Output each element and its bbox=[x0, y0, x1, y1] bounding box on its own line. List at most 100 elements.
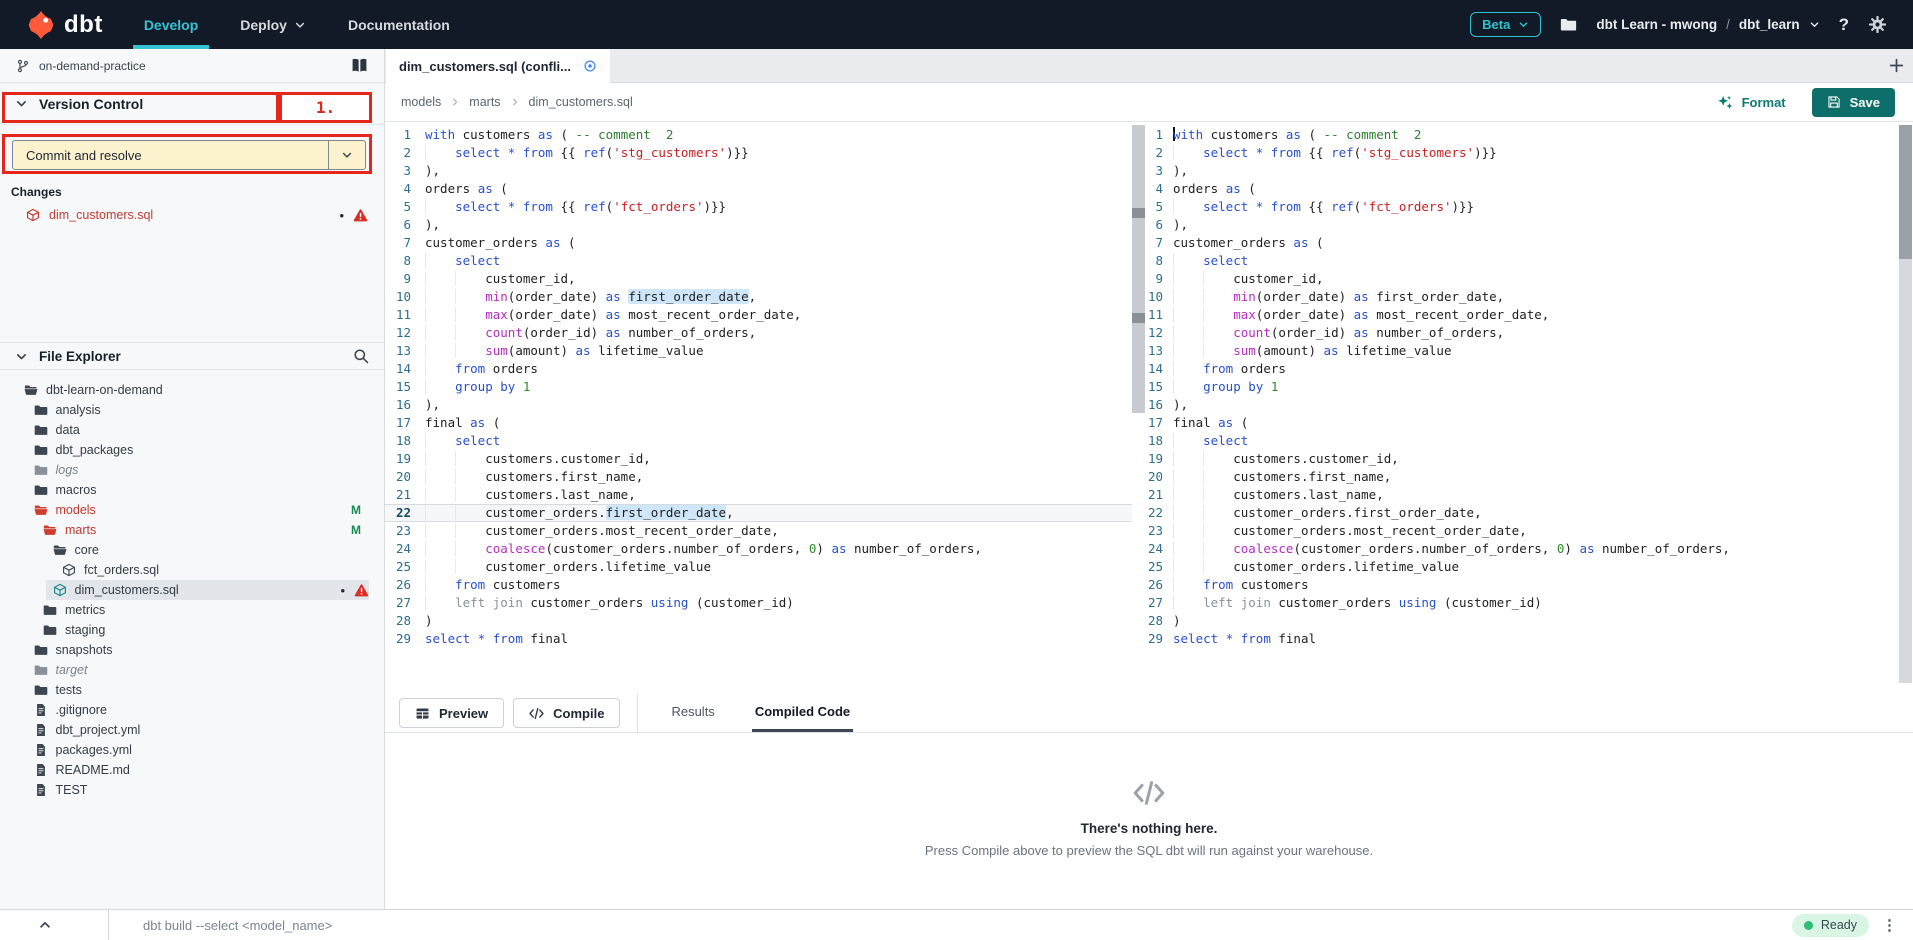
code-line-2[interactable]: 2 select * from {{ ref('stg_customers')}… bbox=[385, 144, 1132, 162]
code-editor-right-pane[interactable]: 1with customers as ( -- comment 22 selec… bbox=[1145, 122, 1899, 694]
code-line-24[interactable]: 24 coalesce(customer_orders.number_of_or… bbox=[1145, 540, 1899, 558]
file-tree-item-models[interactable]: modelsM bbox=[0, 500, 369, 520]
code-line-9[interactable]: 9 customer_id, bbox=[1145, 270, 1899, 288]
code-line-18[interactable]: 18 select bbox=[1145, 432, 1899, 450]
code-line-1[interactable]: 1with customers as ( -- comment 2 bbox=[1145, 126, 1899, 144]
file-tree-item-readme-md[interactable]: README.md bbox=[0, 760, 369, 780]
new-tab-plus-icon[interactable] bbox=[1888, 57, 1905, 74]
beta-dropdown[interactable]: Beta bbox=[1470, 12, 1541, 37]
file-tree-item-packages-yml[interactable]: packages.yml bbox=[0, 740, 369, 760]
code-line-13[interactable]: 13 sum(amount) as lifetime_value bbox=[1145, 342, 1899, 360]
code-line-7[interactable]: 7customer_orders as ( bbox=[1145, 234, 1899, 252]
code-line-14[interactable]: 14 from orders bbox=[1145, 360, 1899, 378]
code-line-23[interactable]: 23 customer_orders.most_recent_order_dat… bbox=[1145, 522, 1899, 540]
help-button[interactable]: ? bbox=[1839, 15, 1849, 35]
code-line-28[interactable]: 28) bbox=[385, 612, 1132, 630]
file-tree-item-snapshots[interactable]: snapshots bbox=[0, 640, 369, 660]
file-tree-item-core[interactable]: core bbox=[0, 540, 369, 560]
code-line-13[interactable]: 13 sum(amount) as lifetime_value bbox=[385, 342, 1132, 360]
code-line-26[interactable]: 26 from customers bbox=[385, 576, 1132, 594]
account-project-selector[interactable]: dbt Learn - mwong / dbt_learn bbox=[1596, 17, 1819, 32]
gear-icon[interactable] bbox=[1868, 15, 1887, 34]
search-icon[interactable] bbox=[353, 348, 369, 364]
docs-book-icon[interactable] bbox=[351, 57, 368, 74]
left-pane-scrollbar[interactable] bbox=[1132, 125, 1145, 413]
breadcrumb-item[interactable]: marts bbox=[469, 95, 500, 109]
code-line-20[interactable]: 20 customers.first_name, bbox=[385, 468, 1132, 486]
code-editor-left-pane[interactable]: 1with customers as ( -- comment 22 selec… bbox=[385, 122, 1132, 694]
file-tree-item-test[interactable]: TEST bbox=[0, 780, 369, 800]
code-line-23[interactable]: 23 customer_orders.most_recent_order_dat… bbox=[385, 522, 1132, 540]
code-line-27[interactable]: 27 left join customer_orders using (cust… bbox=[385, 594, 1132, 612]
code-line-5[interactable]: 5 select * from {{ ref('fct_orders')}} bbox=[1145, 198, 1899, 216]
commit-and-resolve-button[interactable]: Commit and resolve bbox=[12, 140, 366, 170]
file-tree-item-dbt_packages[interactable]: dbt_packages bbox=[0, 440, 369, 460]
code-line-12[interactable]: 12 count(order_id) as number_of_orders, bbox=[385, 324, 1132, 342]
breadcrumb-item[interactable]: dim_customers.sql bbox=[529, 95, 633, 109]
file-tree-item-dbt_project-yml[interactable]: dbt_project.yml bbox=[0, 720, 369, 740]
breadcrumb-item[interactable]: models bbox=[401, 95, 441, 109]
code-line-10[interactable]: 10 min(order_date) as first_order_date, bbox=[1145, 288, 1899, 306]
kebab-menu-icon[interactable]: ⋮ bbox=[1882, 916, 1897, 934]
code-line-7[interactable]: 7customer_orders as ( bbox=[385, 234, 1132, 252]
tab-results[interactable]: Results bbox=[668, 694, 717, 732]
code-line-25[interactable]: 25 customer_orders.lifetime_value bbox=[385, 558, 1132, 576]
code-line-22[interactable]: 22 customer_orders.first_order_date, bbox=[1145, 504, 1899, 522]
code-line-5[interactable]: 5 select * from {{ ref('fct_orders')}} bbox=[385, 198, 1132, 216]
file-tree-item-dbt-learn-on-demand[interactable]: dbt-learn-on-demand bbox=[0, 380, 369, 400]
file-explorer-section-header[interactable]: File Explorer bbox=[0, 342, 384, 370]
code-line-8[interactable]: 8 select bbox=[385, 252, 1132, 270]
chevron-up-icon[interactable] bbox=[38, 918, 52, 932]
code-line-4[interactable]: 4orders as ( bbox=[385, 180, 1132, 198]
file-tree-item-macros[interactable]: macros bbox=[0, 480, 369, 500]
code-line-16[interactable]: 16), bbox=[385, 396, 1132, 414]
nav-tab-documentation[interactable]: Documentation bbox=[327, 0, 471, 49]
version-control-section-header[interactable]: Version Control bbox=[0, 83, 384, 125]
compile-button[interactable]: Compile bbox=[513, 698, 620, 728]
code-line-22[interactable]: 22 customer_orders.first_order_date, bbox=[385, 504, 1132, 522]
code-line-4[interactable]: 4orders as ( bbox=[1145, 180, 1899, 198]
code-line-24[interactable]: 24 coalesce(customer_orders.number_of_or… bbox=[385, 540, 1132, 558]
tab-compiled-code[interactable]: Compiled Code bbox=[752, 694, 853, 732]
code-line-21[interactable]: 21 customers.last_name, bbox=[1145, 486, 1899, 504]
file-tree-item-data[interactable]: data bbox=[0, 420, 369, 440]
code-line-29[interactable]: 29select * from final bbox=[1145, 630, 1899, 648]
right-scrollbar-thumb[interactable] bbox=[1899, 125, 1912, 259]
code-line-3[interactable]: 3), bbox=[1145, 162, 1899, 180]
code-line-6[interactable]: 6), bbox=[385, 216, 1132, 234]
code-line-15[interactable]: 15 group by 1 bbox=[1145, 378, 1899, 396]
code-line-26[interactable]: 26 from customers bbox=[1145, 576, 1899, 594]
file-tree-item-analysis[interactable]: analysis bbox=[0, 400, 369, 420]
editor-tab-dim-customers[interactable]: dim_customers.sql (confli... bbox=[386, 49, 610, 83]
code-line-28[interactable]: 28) bbox=[1145, 612, 1899, 630]
code-line-10[interactable]: 10 min(order_date) as first_order_date, bbox=[385, 288, 1132, 306]
code-line-12[interactable]: 12 count(order_id) as number_of_orders, bbox=[1145, 324, 1899, 342]
code-line-9[interactable]: 9 customer_id, bbox=[385, 270, 1132, 288]
branch-selector[interactable]: on-demand-practice bbox=[0, 49, 384, 83]
code-line-25[interactable]: 25 customer_orders.lifetime_value bbox=[1145, 558, 1899, 576]
code-line-11[interactable]: 11 max(order_date) as most_recent_order_… bbox=[385, 306, 1132, 324]
code-line-15[interactable]: 15 group by 1 bbox=[385, 378, 1132, 396]
nav-tab-deploy[interactable]: Deploy bbox=[219, 0, 327, 49]
code-line-19[interactable]: 19 customers.customer_id, bbox=[385, 450, 1132, 468]
changes-item-dim_customers-sql[interactable]: dim_customers.sql• bbox=[0, 204, 368, 226]
file-tree-item-fct_orders-sql[interactable]: fct_orders.sql bbox=[0, 560, 369, 580]
code-line-20[interactable]: 20 customers.first_name, bbox=[1145, 468, 1899, 486]
format-button[interactable]: Format bbox=[1717, 94, 1786, 111]
code-line-3[interactable]: 3), bbox=[385, 162, 1132, 180]
code-line-1[interactable]: 1with customers as ( -- comment 2 bbox=[385, 126, 1132, 144]
code-line-29[interactable]: 29select * from final bbox=[385, 630, 1132, 648]
file-tree-item-metrics[interactable]: metrics bbox=[0, 600, 369, 620]
code-line-16[interactable]: 16), bbox=[1145, 396, 1899, 414]
code-line-17[interactable]: 17final as ( bbox=[385, 414, 1132, 432]
file-tree-item-marts[interactable]: martsM bbox=[0, 520, 369, 540]
file-tree-item-target[interactable]: target bbox=[0, 660, 369, 680]
code-line-11[interactable]: 11 max(order_date) as most_recent_order_… bbox=[1145, 306, 1899, 324]
code-line-27[interactable]: 27 left join customer_orders using (cust… bbox=[1145, 594, 1899, 612]
code-line-14[interactable]: 14 from orders bbox=[385, 360, 1132, 378]
save-button[interactable]: Save bbox=[1812, 88, 1895, 117]
file-tree-item-staging[interactable]: staging bbox=[0, 620, 369, 640]
commit-options-caret[interactable] bbox=[328, 141, 365, 169]
code-line-19[interactable]: 19 customers.customer_id, bbox=[1145, 450, 1899, 468]
code-line-6[interactable]: 6), bbox=[1145, 216, 1899, 234]
